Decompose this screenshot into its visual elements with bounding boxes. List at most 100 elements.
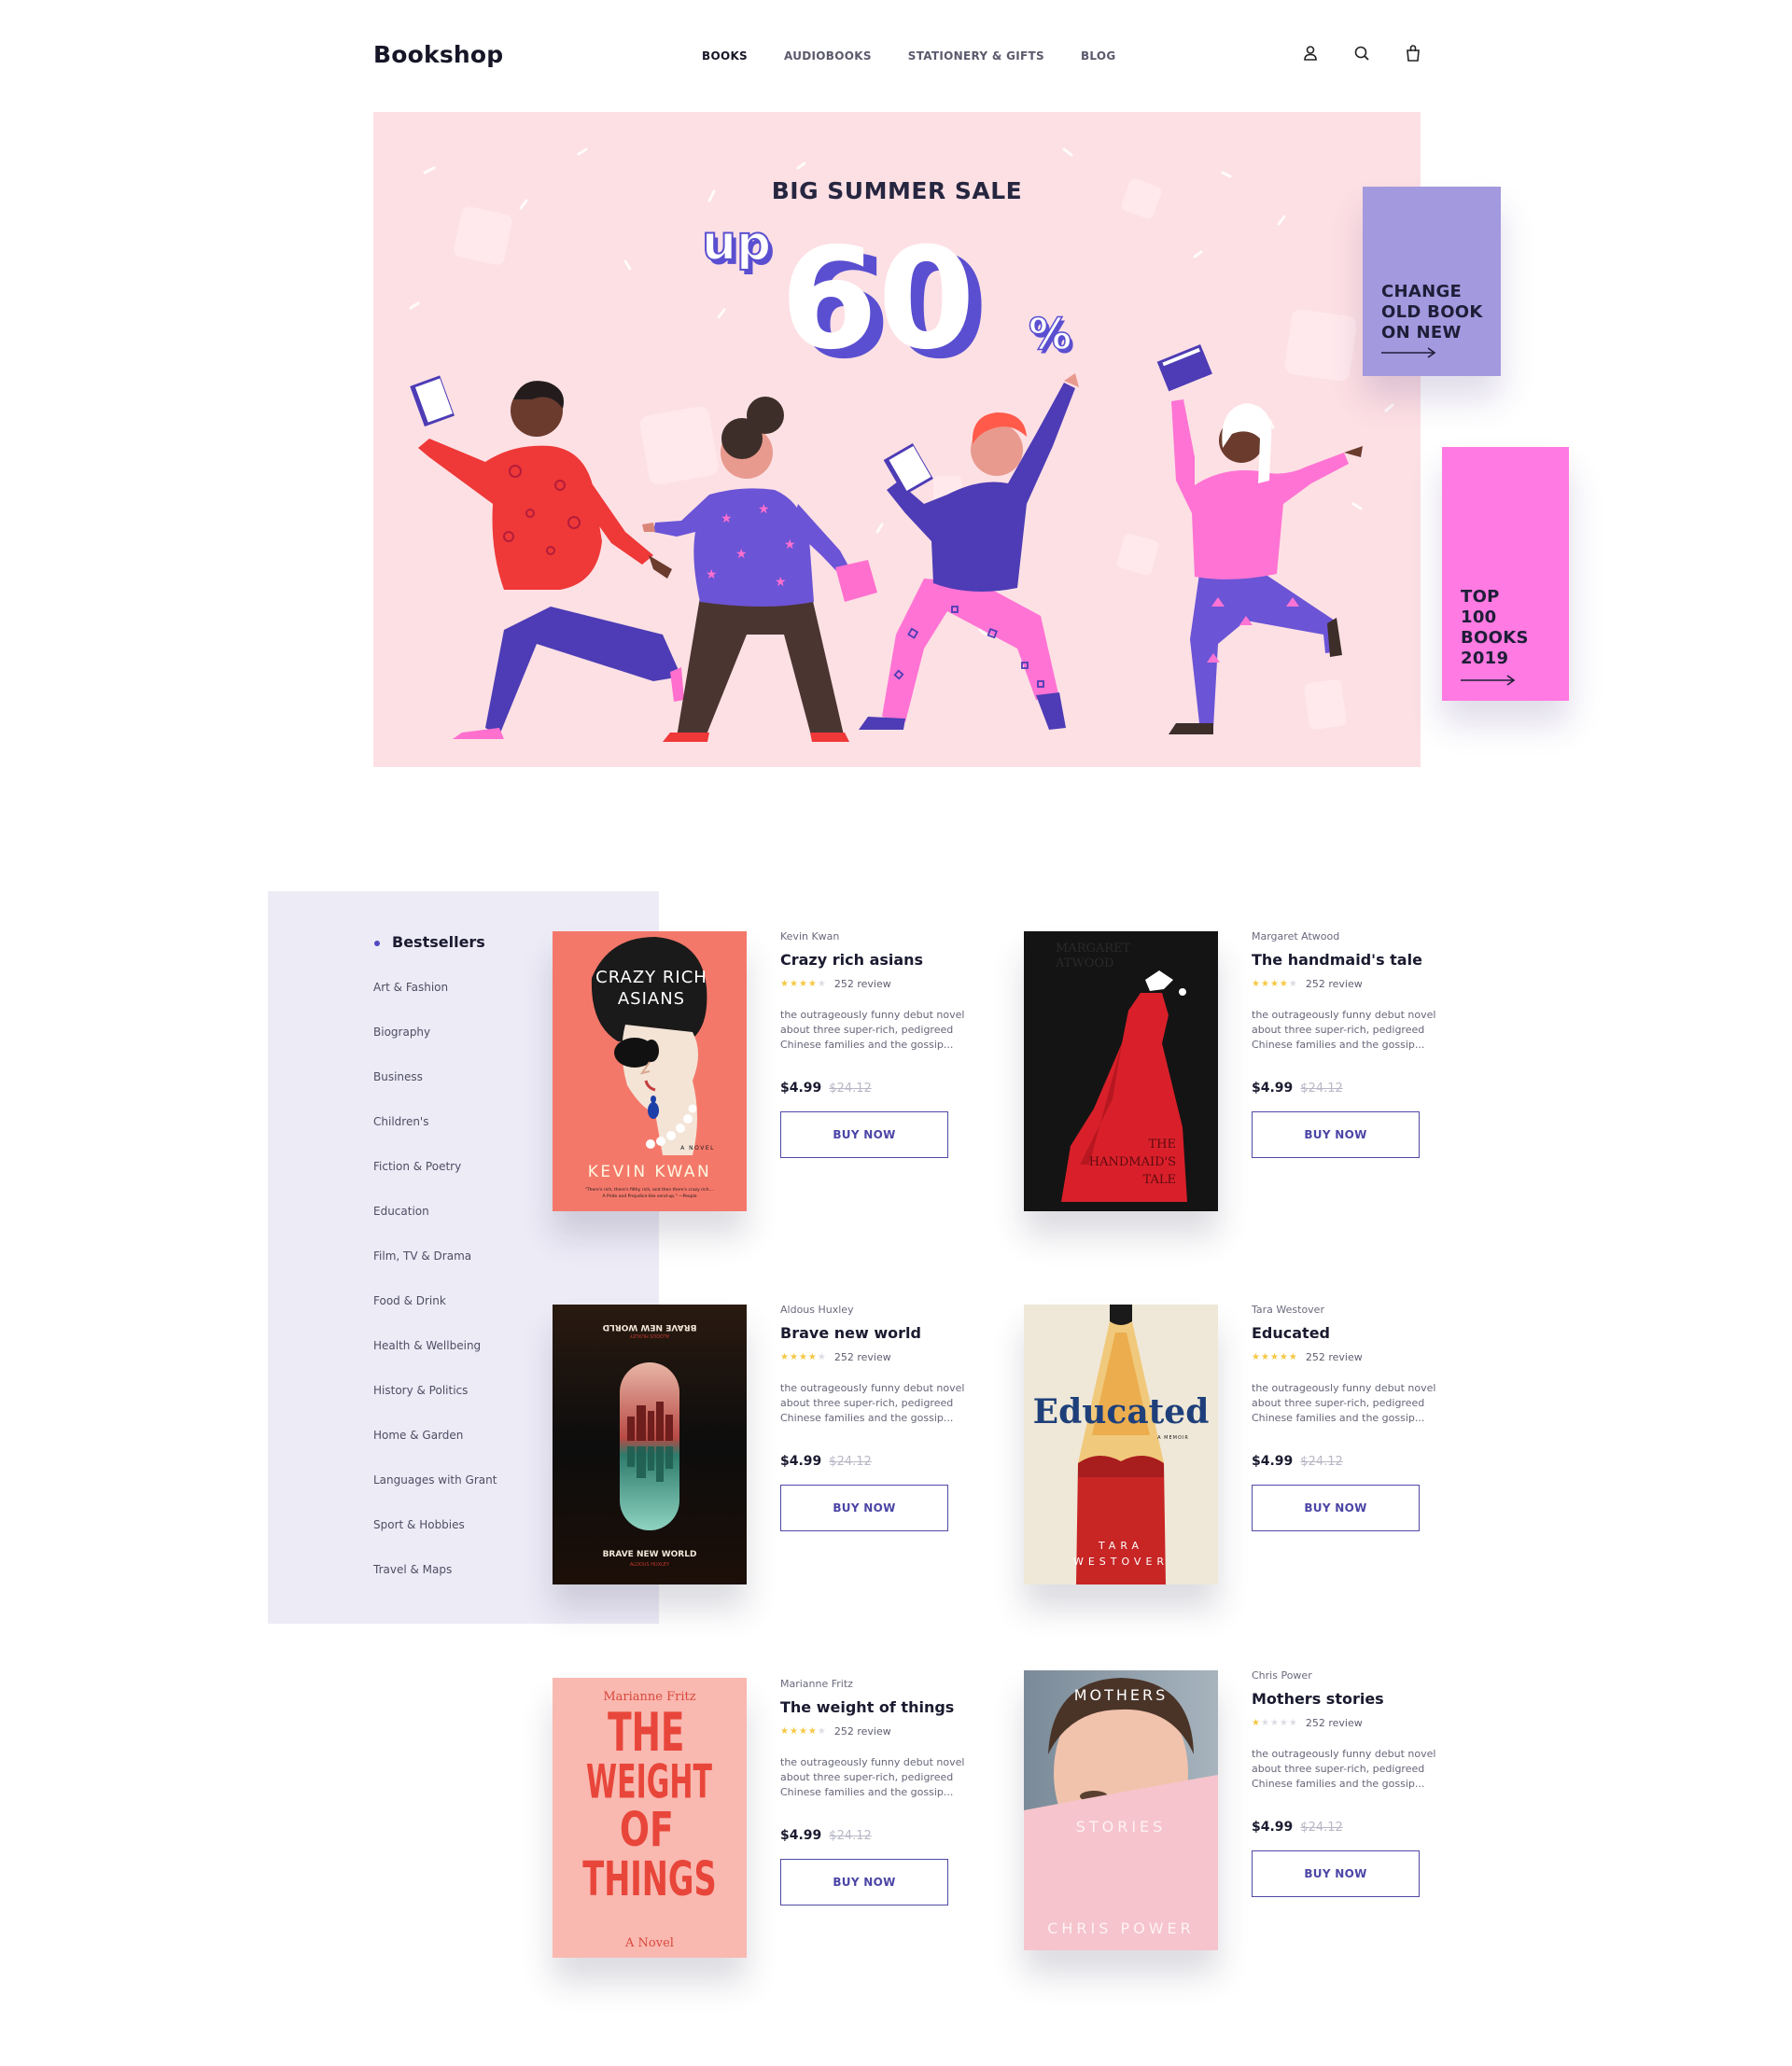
promo-top-books[interactable]: TOP 100 BOOKS 2019 (1442, 447, 1569, 701)
cover-author-line: WESTOVER (1073, 1556, 1169, 1568)
cover-subtitle: A MEMOIR (1157, 1435, 1189, 1441)
cover-title-line: WEIGHT (586, 1755, 712, 1809)
product-price: $4.99 $24.12 (1252, 1454, 1438, 1469)
current-price: $4.99 (780, 1081, 822, 1096)
product-card: Margaret Atwood The handmaid's tale ★★★★… (1252, 930, 1438, 1158)
review-count[interactable]: 252 review (834, 1725, 891, 1738)
rating-stars-icon: ★★★★★ (780, 978, 827, 989)
review-count[interactable]: 252 review (1306, 1351, 1363, 1363)
product-author[interactable]: Chris Power (1252, 1669, 1438, 1684)
cover-author: CHRIS POWER (1047, 1919, 1195, 1937)
category-item[interactable]: Health & Wellbeing (373, 1339, 497, 1384)
review-count[interactable]: 252 review (1306, 1717, 1363, 1729)
active-category-dot (374, 941, 380, 946)
product-rating: ★★★★★ 252 review (1252, 1349, 1438, 1364)
cover-author: KEVIN KWAN (588, 1163, 711, 1181)
promo-line: 2019 (1461, 649, 1509, 668)
product-card: Marianne Fritz The weight of things ★★★★… (780, 1678, 967, 1905)
search-icon[interactable] (1351, 43, 1372, 63)
book-cover-brave-new-world[interactable]: BRAVE NEW WORLD ALDOUS HUXLEY BRAVE NEW … (553, 1305, 747, 1584)
category-item[interactable]: Biography (373, 1026, 497, 1070)
cover-author: ALDOUS HUXLEY (630, 1562, 670, 1568)
cover-title: MOTHERS (1074, 1686, 1169, 1704)
old-price: $24.12 (1300, 1082, 1343, 1096)
product-card: Kevin Kwan Crazy rich asians ★★★★★ 252 re… (780, 930, 967, 1158)
product-title[interactable]: The handmaid's tale (1252, 951, 1438, 971)
product-description: the outrageously funny debut novel about… (1252, 1009, 1436, 1051)
review-count[interactable]: 252 review (834, 1351, 891, 1363)
buy-now-button[interactable]: BUY NOW (780, 1859, 948, 1905)
hero-percent-text: % (1029, 309, 1071, 359)
cart-icon[interactable] (1403, 43, 1423, 63)
product-title[interactable]: Crazy rich asians (780, 951, 967, 971)
svg-text:★: ★ (706, 567, 718, 582)
cover-title-line: THE (1149, 1138, 1177, 1152)
product-description: the outrageously funny debut novel about… (780, 1382, 965, 1424)
category-item[interactable]: Travel & Maps (373, 1563, 497, 1608)
review-count[interactable]: 252 review (834, 978, 891, 990)
product-card: Chris Power Mothers stories ★★★★★ 252 rev… (1252, 1669, 1438, 1897)
cover-title-line: OF (620, 1803, 674, 1858)
category-item[interactable]: Film, TV & Drama (373, 1249, 497, 1294)
book-cover-mothers-stories[interactable]: MOTHERS STORIES CHRIS POWER (1024, 1670, 1218, 1950)
product-author[interactable]: Kevin Kwan (780, 930, 967, 945)
logo[interactable]: Bookshop (373, 41, 503, 68)
arrow-right-icon (1461, 675, 1516, 686)
category-item[interactable]: Home & Garden (373, 1429, 497, 1473)
product-card: Tara Westover Educated ★★★★★ 252 review t… (1252, 1304, 1438, 1531)
product-author[interactable]: Tara Westover (1252, 1304, 1438, 1319)
product-author[interactable]: Margaret Atwood (1252, 930, 1438, 945)
rating-stars-icon: ★★★★★ (1252, 1351, 1298, 1362)
category-item[interactable]: Children's (373, 1115, 497, 1160)
old-price: $24.12 (829, 1455, 872, 1469)
category-item[interactable]: Languages with Grant (373, 1473, 497, 1518)
buy-now-button[interactable]: BUY NOW (1252, 1850, 1420, 1897)
buy-now-button[interactable]: BUY NOW (780, 1111, 948, 1158)
category-item[interactable]: History & Politics (373, 1384, 497, 1429)
category-item[interactable]: Art & Fashion (373, 981, 497, 1026)
product-author[interactable]: Aldous Huxley (780, 1304, 967, 1319)
current-price: $4.99 (1252, 1454, 1294, 1469)
product-rating: ★★★★★ 252 review (1252, 976, 1438, 991)
buy-now-button[interactable]: BUY NOW (1252, 1111, 1420, 1158)
rating-stars-icon: ★★★★★ (780, 1351, 827, 1362)
category-item[interactable]: Education (373, 1205, 497, 1249)
product-price: $4.99 $24.12 (780, 1454, 967, 1469)
buy-now-button[interactable]: BUY NOW (780, 1485, 948, 1531)
product-title[interactable]: Educated (1252, 1324, 1438, 1345)
current-price: $4.99 (780, 1828, 822, 1843)
cover-title: Educated (1033, 1392, 1210, 1431)
nav-audiobooks[interactable]: AUDIOBOOKS (784, 49, 872, 63)
product-rating: ★★★★★ 252 review (1252, 1715, 1438, 1730)
review-count[interactable]: 252 review (1306, 978, 1363, 990)
hero-banner[interactable]: up up 60 60 % % ★ ★ ★ ★ ★ ★ BIG SUMMER S… (373, 112, 1421, 767)
book-cover-crazy-rich-asians[interactable]: CRAZY RICH ASIANS A NOVEL KEVIN KWAN "Th… (553, 931, 747, 1211)
cover-title-line: CRAZY RICH (595, 968, 707, 987)
nav-stationery-gifts[interactable]: STATIONERY & GIFTS (908, 49, 1044, 63)
category-item[interactable]: Fiction & Poetry (373, 1160, 497, 1205)
product-title[interactable]: Mothers stories (1252, 1690, 1438, 1710)
product-author[interactable]: Marianne Fritz (780, 1678, 967, 1693)
book-cover-educated[interactable]: Educated A MEMOIR TARA WESTOVER (1024, 1305, 1218, 1584)
old-price: $24.12 (829, 1829, 872, 1843)
category-bestsellers[interactable]: Bestsellers (392, 933, 485, 951)
hero-up-text: up (702, 216, 771, 272)
user-icon[interactable] (1300, 43, 1321, 63)
product-title[interactable]: Brave new world (780, 1324, 967, 1345)
svg-text:★: ★ (775, 575, 787, 590)
cover-quote: "There's rich, there's filthy rich, and … (585, 1187, 714, 1193)
category-item[interactable]: Sport & Hobbies (373, 1518, 497, 1563)
product-rating: ★★★★★ 252 review (780, 976, 967, 991)
nav-books[interactable]: BOOKS (702, 49, 748, 63)
buy-now-button[interactable]: BUY NOW (1252, 1485, 1420, 1531)
book-cover-handmaids-tale[interactable]: MARGARET ATWOOD THE HANDMAID'S TALE (1024, 931, 1218, 1211)
category-item[interactable]: Business (373, 1070, 497, 1115)
promo-line: TOP (1461, 587, 1500, 607)
cover-title-line: HANDMAID'S (1089, 1155, 1176, 1169)
promo-change-book[interactable]: CHANGE OLD BOOK ON NEW (1363, 187, 1501, 376)
category-item[interactable]: Food & Drink (373, 1294, 497, 1339)
product-title[interactable]: The weight of things (780, 1698, 967, 1719)
book-cover-weight-of-things[interactable]: Marianne Fritz THE WEIGHT OF THINGS A No… (553, 1678, 747, 1958)
nav-blog[interactable]: BLOG (1081, 49, 1116, 63)
product-price: $4.99 $24.12 (1252, 1081, 1438, 1096)
